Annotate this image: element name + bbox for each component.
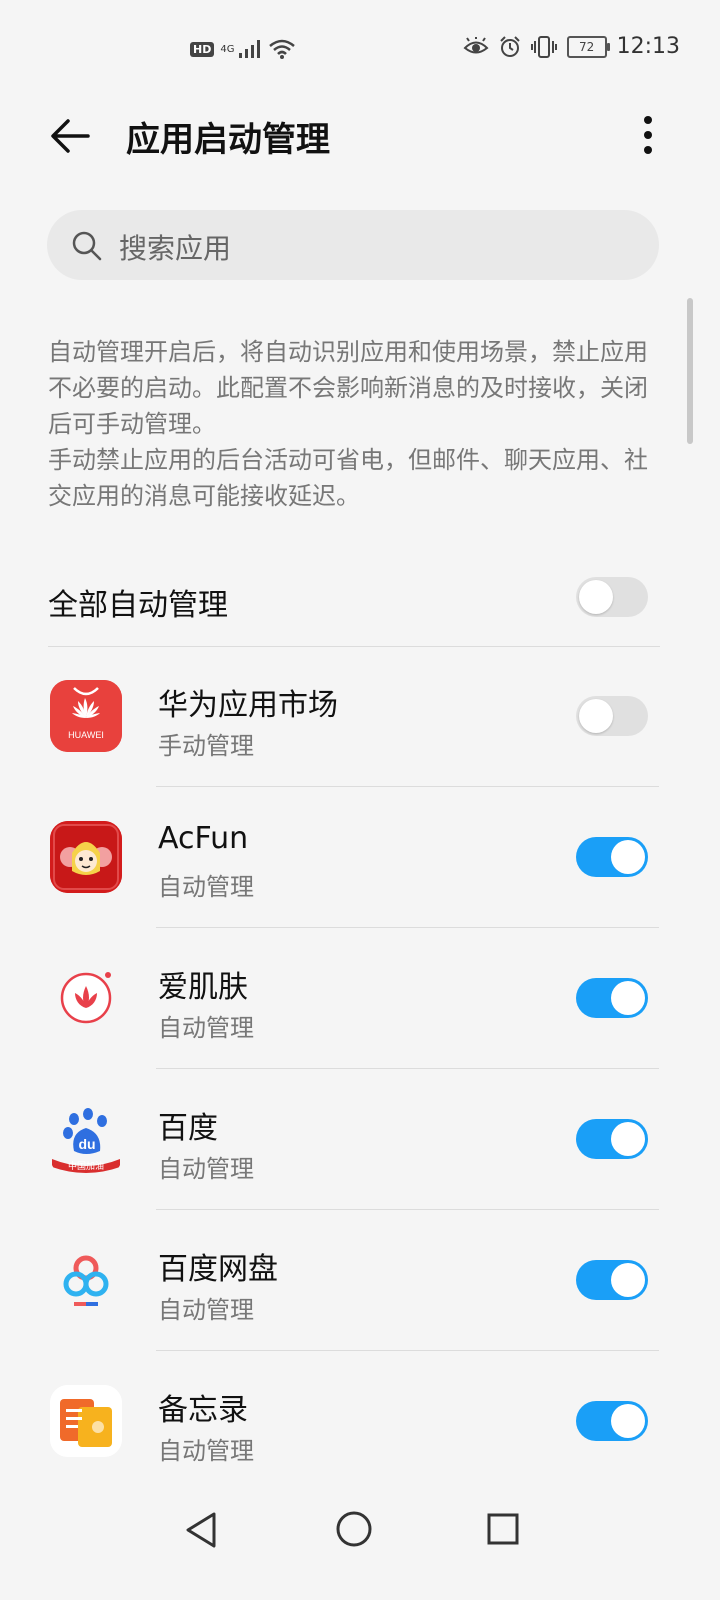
search-bar[interactable]: 搜索应用	[47, 210, 659, 280]
eye-comfort-icon	[463, 36, 489, 53]
battery-level: 72	[578, 39, 595, 54]
app-name: 爱肌肤	[158, 970, 248, 1005]
app-header: 应用启动管理	[0, 100, 720, 180]
description-paragraph-2: 手动禁止应用的后台活动可省电，但邮件、聊天应用、社交应用的消息可能接收延迟。	[48, 446, 648, 510]
app-item-acfun[interactable]: AcFun 自动管理	[0, 787, 720, 928]
status-bar: HD 4G 72 12:13	[0, 0, 720, 100]
all-auto-manage-row: 全部自动管理	[48, 560, 660, 647]
scrollbar[interactable]	[687, 298, 693, 444]
all-auto-manage-toggle[interactable]	[576, 577, 648, 617]
status-left: HD 4G	[190, 38, 296, 60]
app-manage-mode: 手动管理	[158, 732, 254, 760]
app-name: 百度网盘	[158, 1252, 278, 1287]
network-type-label: 4G	[220, 43, 235, 55]
app-name: 百度	[158, 1111, 218, 1146]
app-manage-mode: 自动管理	[158, 1014, 254, 1042]
all-auto-manage-label: 全部自动管理	[48, 588, 228, 623]
search-icon	[72, 231, 102, 261]
description: 自动管理开启后，将自动识别应用和使用场景，禁止应用不必要的启动。此配置不会影响新…	[48, 334, 668, 514]
huawei-icon-text: HUAWEI	[68, 730, 104, 740]
app-item-aijifu[interactable]: 爱肌肤 自动管理	[0, 928, 720, 1069]
search-placeholder: 搜索应用	[119, 232, 232, 265]
page-title: 应用启动管理	[126, 120, 330, 160]
clock: 12:13	[616, 34, 680, 59]
more-options-icon[interactable]	[634, 110, 662, 160]
baidu-netdisk-icon	[50, 1244, 122, 1316]
acfun-icon	[50, 821, 122, 893]
baidu-icon-subtext: 中国加油	[68, 1160, 104, 1172]
app-manage-mode: 自动管理	[158, 1155, 254, 1183]
navigation-bar	[0, 1486, 720, 1600]
app-manage-mode: 自动管理	[158, 1437, 254, 1465]
app-toggle-notepad[interactable]	[576, 1401, 648, 1441]
app-toggle-acfun[interactable]	[576, 837, 648, 877]
wifi-icon	[269, 39, 296, 59]
aijifu-icon	[50, 962, 122, 1034]
app-manage-mode: 自动管理	[158, 1296, 254, 1324]
nav-recent-apps-icon[interactable]	[486, 1512, 520, 1546]
huawei-appgallery-icon: HUAWEI	[50, 680, 122, 752]
app-toggle-huawei-appgallery[interactable]	[576, 696, 648, 736]
nav-back-icon[interactable]	[184, 1510, 220, 1550]
nav-home-icon[interactable]	[335, 1510, 373, 1548]
app-toggle-baidu-netdisk[interactable]	[576, 1260, 648, 1300]
signal-icon	[239, 40, 261, 58]
battery-icon: 72	[566, 35, 610, 58]
status-right: 72 12:13	[463, 34, 680, 59]
app-item-baidu-netdisk[interactable]: 百度网盘 自动管理	[0, 1210, 720, 1351]
app-name: AcFun	[158, 821, 249, 856]
notepad-icon	[50, 1385, 122, 1457]
alarm-icon	[499, 35, 520, 57]
vibrate-icon	[530, 35, 557, 58]
hd-badge: HD	[190, 41, 215, 57]
baidu-icon: du 中国加油	[50, 1103, 122, 1175]
app-item-baidu[interactable]: du 中国加油 百度 自动管理	[0, 1069, 720, 1210]
back-arrow-icon[interactable]	[48, 114, 92, 158]
app-name: 备忘录	[158, 1393, 248, 1428]
app-item-huawei-appgallery[interactable]: HUAWEI 华为应用市场 手动管理	[0, 646, 720, 787]
app-item-notepad[interactable]: 备忘录 自动管理	[0, 1351, 720, 1492]
baidu-icon-text: du	[78, 1136, 95, 1152]
app-name: 华为应用市场	[158, 688, 338, 723]
app-toggle-baidu[interactable]	[576, 1119, 648, 1159]
app-toggle-aijifu[interactable]	[576, 978, 648, 1018]
app-manage-mode: 自动管理	[158, 873, 254, 901]
description-paragraph-1: 自动管理开启后，将自动识别应用和使用场景，禁止应用不必要的启动。此配置不会影响新…	[48, 338, 648, 438]
